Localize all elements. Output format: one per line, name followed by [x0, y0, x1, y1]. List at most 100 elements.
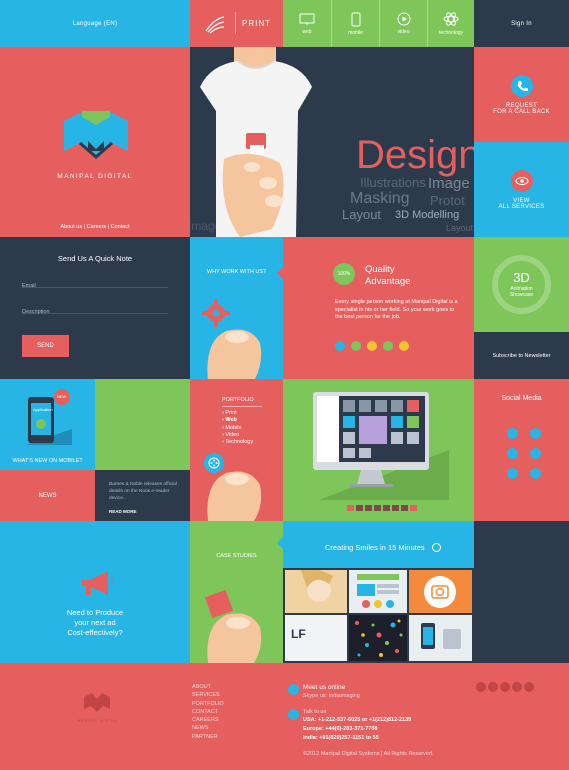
- footer-link-partner[interactable]: PARTNER: [192, 733, 224, 741]
- facebook-icon[interactable]: [530, 428, 541, 439]
- hero-word: Protot: [430, 193, 465, 208]
- portfolio-item-print[interactable]: › Print: [222, 410, 253, 417]
- pager-dot[interactable]: [383, 505, 390, 511]
- link-separator: |: [83, 224, 86, 230]
- portfolio-item-video[interactable]: › Video: [222, 432, 253, 439]
- skype-link[interactable]: Skype us: Indiaimaging: [303, 693, 360, 699]
- email-placeholder: Email: [22, 283, 36, 289]
- gallery-mobile[interactable]: [409, 615, 472, 661]
- gallery-dots[interactable]: [349, 615, 407, 661]
- about-link[interactable]: About us: [60, 224, 82, 230]
- footer-link-services[interactable]: SERVICES: [192, 691, 224, 699]
- portfolio-item-web[interactable]: › Web: [222, 417, 253, 424]
- gallery-web[interactable]: [349, 570, 407, 613]
- linkedin-icon[interactable]: [524, 682, 534, 692]
- news-label-tile[interactable]: NEWS: [0, 470, 95, 521]
- clock-icon: [367, 341, 377, 351]
- pager-prev[interactable]: [347, 505, 354, 511]
- phone-icon: [351, 12, 360, 26]
- facebook-icon[interactable]: [476, 682, 486, 692]
- view-services-label-2: ALL SERVICES: [498, 203, 545, 210]
- nav-video[interactable]: video: [379, 0, 427, 47]
- monitor-illustration: [313, 392, 449, 500]
- india-phone: India: +91(820)257-1151 to 55: [303, 735, 379, 741]
- brand-panel: MANIPAL DIGITAL About us | Careers | Con…: [0, 47, 190, 237]
- signin-link[interactable]: Sign In: [474, 0, 569, 47]
- 3d-title: 3D: [513, 270, 530, 285]
- subscribe-newsletter[interactable]: Subscribe to Newsletter: [474, 332, 569, 379]
- rss-icon[interactable]: [512, 682, 522, 692]
- language-selector[interactable]: Language (EN): [0, 0, 190, 47]
- why-work-label: WHY WORK WITH US?: [206, 269, 267, 275]
- call-back-label-2: FOR A CALL BACK: [493, 108, 550, 115]
- portfolio-title: PORTFOLIO: [222, 397, 254, 403]
- meet-online: Meet us online: [303, 684, 346, 691]
- pager-dot[interactable]: [356, 505, 363, 511]
- twitter-icon[interactable]: [507, 428, 518, 439]
- pager-dot[interactable]: [365, 505, 372, 511]
- view-services-tile[interactable]: VIEW ALL SERVICES: [474, 142, 569, 237]
- usa-phone: USA: +1-212-537-6025 or +1(212)812-2139: [303, 717, 412, 723]
- case-studies-tile[interactable]: CASE STUDIES: [190, 521, 283, 663]
- chat-icon: [335, 341, 345, 351]
- careers-link[interactable]: Careers: [87, 224, 107, 230]
- footer-link-contact[interactable]: CONTACT: [192, 708, 224, 716]
- print-icon: [205, 16, 225, 34]
- footer-brand: MANIPAL DIGITAL: [77, 719, 119, 723]
- footer-link-careers[interactable]: CAREERS: [192, 716, 224, 724]
- linkedin-icon[interactable]: [507, 448, 518, 459]
- 3d-showcase-badge: 3D Animation Showcase: [492, 255, 551, 314]
- pager-next[interactable]: [410, 505, 417, 511]
- atom-icon: [443, 12, 459, 26]
- europe-phone: Europe: +44(0)-203-371-7708: [303, 726, 378, 732]
- nav-mobile[interactable]: mobile: [331, 0, 379, 47]
- produce-tile[interactable]: Need to Produce your next ad Cost-effect…: [0, 521, 190, 663]
- send-button[interactable]: SEND: [22, 335, 69, 357]
- hero-word: Layout: [446, 223, 474, 233]
- footer-logo: [84, 693, 110, 712]
- why-work-tile[interactable]: WHY WORK WITH US?: [190, 237, 283, 379]
- print-tile[interactable]: PRINT: [190, 0, 283, 47]
- read-more-link[interactable]: READ MORE: [109, 509, 137, 514]
- hand-illustration: [207, 471, 262, 521]
- nav-web[interactable]: web: [283, 0, 331, 47]
- twitter-icon[interactable]: [488, 682, 498, 692]
- pager-dot[interactable]: [392, 505, 399, 511]
- pager-dot[interactable]: [374, 505, 381, 511]
- hero-word: 3D Modelling: [395, 209, 460, 221]
- social-media-title: Social Media: [501, 395, 542, 402]
- hero-banner: Design Image Illustrations Masking Proto…: [190, 47, 474, 237]
- subscribe-label: Subscribe to Newsletter: [492, 352, 551, 359]
- case-studies-label: CASE STUDIES: [216, 553, 257, 559]
- call-back-tile[interactable]: REQUEST FOR A CALL BACK: [474, 47, 569, 142]
- nav-technology[interactable]: technology: [427, 0, 474, 47]
- footer-link-news[interactable]: NEWS: [192, 724, 224, 732]
- pager-dot[interactable]: [401, 505, 408, 511]
- rss-icon[interactable]: [530, 448, 541, 459]
- email-field[interactable]: Email: [22, 274, 168, 289]
- pinterest-icon[interactable]: [530, 468, 541, 479]
- footer-social: [476, 682, 534, 692]
- app-label: Application: [33, 407, 53, 412]
- 3d-showcase-tile[interactable]: 3D Animation Showcase: [474, 237, 569, 332]
- portfolio-item-mobile[interactable]: › Mobile: [222, 425, 253, 432]
- new-badge: NEW: [57, 394, 67, 399]
- contact-link[interactable]: Contact: [111, 224, 130, 230]
- hero-illustration: [200, 47, 312, 237]
- footer-link-portfolio[interactable]: PORTFOLIO: [192, 700, 224, 708]
- nav-mobile-label: mobile: [348, 29, 363, 36]
- eye-icon: [510, 169, 533, 192]
- mobile-news-tile[interactable]: NEW Application WHAT'S NEW ON MOBILE?: [0, 379, 95, 470]
- arrow-right-icon[interactable]: [432, 543, 441, 552]
- portfolio-item-technology[interactable]: › Technology: [222, 439, 253, 446]
- description-field[interactable]: Description: [22, 300, 168, 315]
- play-icon: [397, 12, 410, 26]
- gallery-brand[interactable]: LF: [285, 615, 347, 661]
- mobile-side-tile: [95, 379, 190, 470]
- footer-link-about[interactable]: ABOUT: [192, 683, 224, 691]
- youtube-icon[interactable]: [507, 468, 518, 479]
- youtube-icon[interactable]: [500, 682, 510, 692]
- gallery-camera[interactable]: [409, 570, 472, 613]
- footer-links: ABOUT SERVICES PORTFOLIO CONTACT CAREERS…: [192, 683, 224, 741]
- gallery-photo[interactable]: [285, 568, 347, 613]
